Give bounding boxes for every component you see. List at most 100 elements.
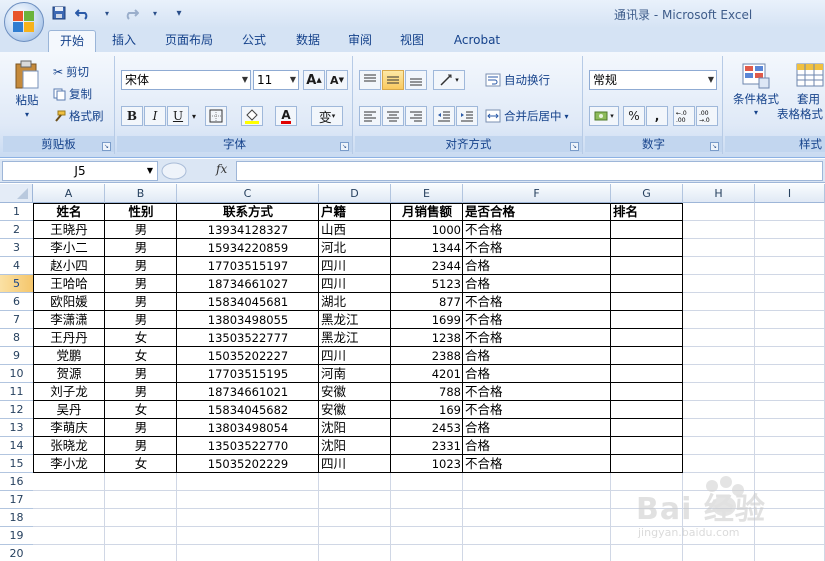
cell[interactable]: 18734661021 xyxy=(177,383,319,401)
row-header[interactable]: 1 xyxy=(0,203,33,221)
cut-button[interactable]: ✂ 剪切 xyxy=(53,64,89,80)
cell[interactable]: 排名 xyxy=(611,203,683,221)
cell[interactable]: 男 xyxy=(105,383,177,401)
cell[interactable]: 合格 xyxy=(463,365,611,383)
cell[interactable]: 2453 xyxy=(391,419,463,437)
cell[interactable]: 男 xyxy=(105,437,177,455)
cell[interactable]: 李小龙 xyxy=(33,455,105,473)
cell[interactable]: 安徽 xyxy=(319,401,391,419)
office-button[interactable] xyxy=(4,2,44,42)
cell[interactable]: 2344 xyxy=(391,257,463,275)
copy-button[interactable]: 复制 xyxy=(53,86,92,102)
column-header[interactable]: E xyxy=(391,184,463,203)
cell[interactable]: 李萌庆 xyxy=(33,419,105,437)
cell[interactable]: 贺源 xyxy=(33,365,105,383)
cell[interactable]: 四川 xyxy=(319,257,391,275)
cell[interactable]: 5123 xyxy=(391,275,463,293)
row-header[interactable]: 2 xyxy=(0,221,33,239)
cell[interactable]: 合格 xyxy=(463,419,611,437)
cell[interactable]: 户籍 xyxy=(319,203,391,221)
row-header[interactable]: 15 xyxy=(0,455,33,473)
font-color-button[interactable]: A xyxy=(275,106,297,126)
cell[interactable]: 男 xyxy=(105,257,177,275)
cell[interactable]: 不合格 xyxy=(463,239,611,257)
cell[interactable]: 刘子龙 xyxy=(33,383,105,401)
insert-function-icon[interactable]: fx xyxy=(216,162,227,176)
cell[interactable]: 河南 xyxy=(319,365,391,383)
decrease-decimal-button[interactable]: .00 →.0 xyxy=(696,106,718,126)
formula-input[interactable] xyxy=(236,161,823,181)
cell[interactable]: 13803498055 xyxy=(177,311,319,329)
cell[interactable]: 不合格 xyxy=(463,329,611,347)
cell[interactable]: 四川 xyxy=(319,455,391,473)
cell[interactable]: 是否合格 xyxy=(463,203,611,221)
row-header[interactable]: 17 xyxy=(0,491,33,509)
font-size-select[interactable]: 11 ▼ xyxy=(253,70,299,90)
format-as-table-button[interactable]: 套用 表格格式 xyxy=(777,62,825,122)
cell[interactable]: 不合格 xyxy=(463,401,611,419)
cell[interactable]: 联系方式 xyxy=(177,203,319,221)
cell[interactable]: 黑龙江 xyxy=(319,329,391,347)
dialog-launcher-icon[interactable]: ↘ xyxy=(340,142,349,151)
dialog-launcher-icon[interactable]: ↘ xyxy=(102,142,111,151)
cell[interactable]: 王丹丹 xyxy=(33,329,105,347)
align-center-button[interactable] xyxy=(382,106,404,126)
cell[interactable]: 不合格 xyxy=(463,221,611,239)
cell[interactable]: 女 xyxy=(105,401,177,419)
cell[interactable]: 15834045681 xyxy=(177,293,319,311)
column-header[interactable]: B xyxy=(105,184,177,203)
cell[interactable]: 河北 xyxy=(319,239,391,257)
row-header[interactable]: 16 xyxy=(0,473,33,491)
cell[interactable]: 吴丹 xyxy=(33,401,105,419)
merge-center-button[interactable]: 合并后居中 ▾ xyxy=(485,108,569,124)
italic-button[interactable]: I xyxy=(144,106,166,126)
row-header[interactable]: 12 xyxy=(0,401,33,419)
align-middle-button[interactable] xyxy=(382,70,404,90)
cell[interactable]: 合格 xyxy=(463,347,611,365)
cell[interactable]: 男 xyxy=(105,365,177,383)
name-box[interactable]: J5 ▼ xyxy=(2,161,158,181)
select-all-corner[interactable] xyxy=(0,184,33,203)
cell[interactable]: 不合格 xyxy=(463,383,611,401)
tab-view[interactable]: 视图 xyxy=(392,30,432,52)
tab-review[interactable]: 审阅 xyxy=(340,30,380,52)
cell[interactable]: 姓名 xyxy=(33,203,105,221)
dropdown-icon[interactable]: ▾ xyxy=(146,5,164,21)
cell[interactable]: 沈阳 xyxy=(319,419,391,437)
decrease-indent-button[interactable] xyxy=(433,106,455,126)
cell[interactable]: 合格 xyxy=(463,257,611,275)
cell[interactable]: 4201 xyxy=(391,365,463,383)
cell[interactable]: 1344 xyxy=(391,239,463,257)
row-header[interactable]: 13 xyxy=(0,419,33,437)
cell[interactable]: 17703515195 xyxy=(177,365,319,383)
cell[interactable]: 四川 xyxy=(319,275,391,293)
cell[interactable]: 15035202229 xyxy=(177,455,319,473)
cell[interactable]: 王晓丹 xyxy=(33,221,105,239)
align-bottom-button[interactable] xyxy=(405,70,427,90)
cell[interactable]: 877 xyxy=(391,293,463,311)
cell[interactable]: 13503522777 xyxy=(177,329,319,347)
tab-data[interactable]: 数据 xyxy=(288,30,328,52)
row-header[interactable]: 5 xyxy=(0,275,33,293)
customize-icon[interactable]: ▾ xyxy=(170,5,188,21)
conditional-formatting-button[interactable]: 条件格式 ▾ xyxy=(729,62,783,117)
paste-button[interactable]: 粘贴 ▾ xyxy=(9,60,45,119)
cell[interactable]: 男 xyxy=(105,275,177,293)
cell[interactable]: 17703515197 xyxy=(177,257,319,275)
tab-acrobat[interactable]: Acrobat xyxy=(446,30,508,52)
cell[interactable]: 1000 xyxy=(391,221,463,239)
wrap-text-button[interactable]: 自动换行 xyxy=(485,72,550,88)
column-header[interactable]: D xyxy=(319,184,391,203)
cell[interactable]: 张晓龙 xyxy=(33,437,105,455)
cell[interactable]: 2388 xyxy=(391,347,463,365)
cell[interactable]: 15035202227 xyxy=(177,347,319,365)
row-header[interactable]: 4 xyxy=(0,257,33,275)
tab-insert[interactable]: 插入 xyxy=(104,30,144,52)
cell[interactable]: 18734661027 xyxy=(177,275,319,293)
cell[interactable]: 王哈哈 xyxy=(33,275,105,293)
row-header[interactable]: 10 xyxy=(0,365,33,383)
cell[interactable]: 男 xyxy=(105,221,177,239)
cell[interactable]: 男 xyxy=(105,239,177,257)
column-header[interactable]: H xyxy=(683,184,755,203)
align-right-button[interactable] xyxy=(405,106,427,126)
